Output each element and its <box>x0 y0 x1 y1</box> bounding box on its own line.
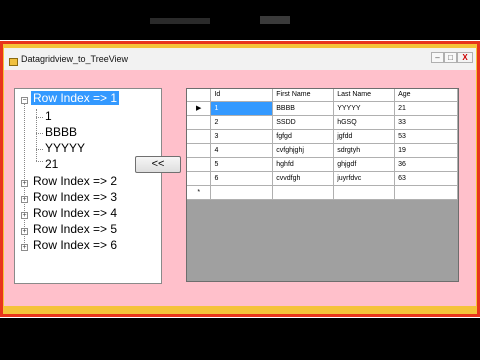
collapse-toggle-icon[interactable]: − <box>21 97 28 104</box>
table-row[interactable]: 4 cvfghjghj sdrgtyh 19 <box>187 143 458 158</box>
app-icon <box>9 58 18 66</box>
current-row-indicator-icon[interactable]: ▶ <box>187 101 212 116</box>
table-row[interactable]: 3 fgfgd jgfdd 53 <box>187 129 458 144</box>
tree-node-row-3[interactable]: Row Index => 3 <box>33 190 117 204</box>
new-row-marker-icon[interactable]: * <box>187 185 212 200</box>
grid-cell[interactable]: ghjgdf <box>333 157 396 172</box>
expand-toggle-icon[interactable]: + <box>21 228 28 235</box>
grid-cell[interactable] <box>394 185 458 200</box>
grid-header-row: Id First Name Last Name Age <box>187 89 458 102</box>
grid-cell[interactable] <box>210 185 274 200</box>
tree-node-row-2[interactable]: Row Index => 2 <box>33 174 117 188</box>
grid-cell[interactable]: 63 <box>394 171 458 186</box>
grid-cell[interactable]: juyrfdvc <box>333 171 396 186</box>
title-bar[interactable]: Datagridview_to_TreeView – □ X <box>4 48 476 70</box>
row-header[interactable] <box>187 129 212 144</box>
minimize-button[interactable]: – <box>431 52 444 63</box>
grid-corner-header[interactable] <box>187 89 212 102</box>
tree-connector <box>36 133 43 134</box>
grid-cell[interactable]: 4 <box>210 143 274 158</box>
table-row[interactable]: 2 SSDD hGSQ 33 <box>187 115 458 130</box>
grid-cell[interactable]: 53 <box>394 129 458 144</box>
table-row[interactable]: 6 cvvdfgh juyrfdvc 63 <box>187 171 458 186</box>
tree-connector <box>24 101 25 245</box>
grid-cell[interactable]: 19 <box>394 143 458 158</box>
row-header[interactable] <box>187 143 212 158</box>
maximize-button[interactable]: □ <box>444 52 457 63</box>
tree-child-node[interactable]: YYYYY <box>45 141 85 155</box>
grid-cell[interactable]: 2 <box>210 115 274 130</box>
grid-cell[interactable]: hGSQ <box>333 115 396 130</box>
grid-cell[interactable]: YYYYY <box>333 101 396 116</box>
transfer-button[interactable]: << <box>135 156 181 173</box>
close-button[interactable]: X <box>457 52 473 63</box>
row-header[interactable] <box>187 171 212 186</box>
grid-cell[interactable]: fgfgd <box>272 129 335 144</box>
tree-child-node[interactable]: 1 <box>45 109 52 123</box>
tree-connector <box>36 149 43 150</box>
grid-table: Id First Name Last Name Age ▶ 1 BBBB YYY… <box>187 89 458 200</box>
grid-cell[interactable]: SSDD <box>272 115 335 130</box>
tree-child-node[interactable]: BBBB <box>45 125 77 139</box>
table-row[interactable]: ▶ 1 BBBB YYYYY 21 <box>187 101 458 116</box>
tree-connector <box>36 117 43 118</box>
expand-toggle-icon[interactable]: + <box>21 244 28 251</box>
grid-cell[interactable]: sdrgtyh <box>333 143 396 158</box>
column-header-first-name[interactable]: First Name <box>272 89 335 102</box>
blurred-element <box>150 18 210 24</box>
grid-cell[interactable]: 6 <box>210 171 274 186</box>
grid-cell[interactable]: cvvdfgh <box>272 171 335 186</box>
grid-cell[interactable]: hghfd <box>272 157 335 172</box>
column-header-last-name[interactable]: Last Name <box>333 89 396 102</box>
expand-toggle-icon[interactable]: + <box>21 196 28 203</box>
grid-cell[interactable]: 1 <box>210 101 274 116</box>
tree-node-row-4[interactable]: Row Index => 4 <box>33 206 117 220</box>
column-header-id[interactable]: Id <box>210 89 274 102</box>
grid-cell[interactable]: 5 <box>210 157 274 172</box>
new-row[interactable]: * <box>187 185 458 200</box>
row-header[interactable] <box>187 157 212 172</box>
data-grid-view[interactable]: Id First Name Last Name Age ▶ 1 BBBB YYY… <box>186 88 459 282</box>
grid-cell[interactable] <box>333 185 396 200</box>
grid-cell[interactable]: BBBB <box>272 101 335 116</box>
table-row[interactable]: 5 hghfd ghjgdf 36 <box>187 157 458 172</box>
blurred-element <box>260 16 290 24</box>
form-client-area: − Row Index => 1 1 BBBB YYYYY 21 + Row I… <box>4 70 476 306</box>
video-bottom-bar <box>0 318 480 360</box>
grid-cell[interactable]: 33 <box>394 115 458 130</box>
grid-cell[interactable]: cvfghjghj <box>272 143 335 158</box>
grid-cell[interactable]: 21 <box>394 101 458 116</box>
tree-view[interactable]: − Row Index => 1 1 BBBB YYYYY 21 + Row I… <box>14 88 162 284</box>
grid-cell[interactable]: 36 <box>394 157 458 172</box>
tree-node-row-1[interactable]: Row Index => 1 <box>31 91 120 105</box>
tree-node-row-5[interactable]: Row Index => 5 <box>33 222 117 236</box>
tree-child-node[interactable]: 21 <box>45 157 58 171</box>
grid-cell[interactable]: 3 <box>210 129 274 144</box>
tree-node-row-6[interactable]: Row Index => 6 <box>33 238 117 252</box>
window-title: Datagridview_to_TreeView <box>21 54 129 64</box>
expand-toggle-icon[interactable]: + <box>21 212 28 219</box>
expand-toggle-icon[interactable]: + <box>21 180 28 187</box>
column-header-age[interactable]: Age <box>394 89 458 102</box>
row-header[interactable] <box>187 115 212 130</box>
grid-cell[interactable]: jgfdd <box>333 129 396 144</box>
video-top-bar <box>0 0 480 40</box>
tree-node-label: Row Index => 1 <box>31 91 120 105</box>
grid-cell[interactable] <box>272 185 335 200</box>
tree-connector <box>36 161 43 162</box>
